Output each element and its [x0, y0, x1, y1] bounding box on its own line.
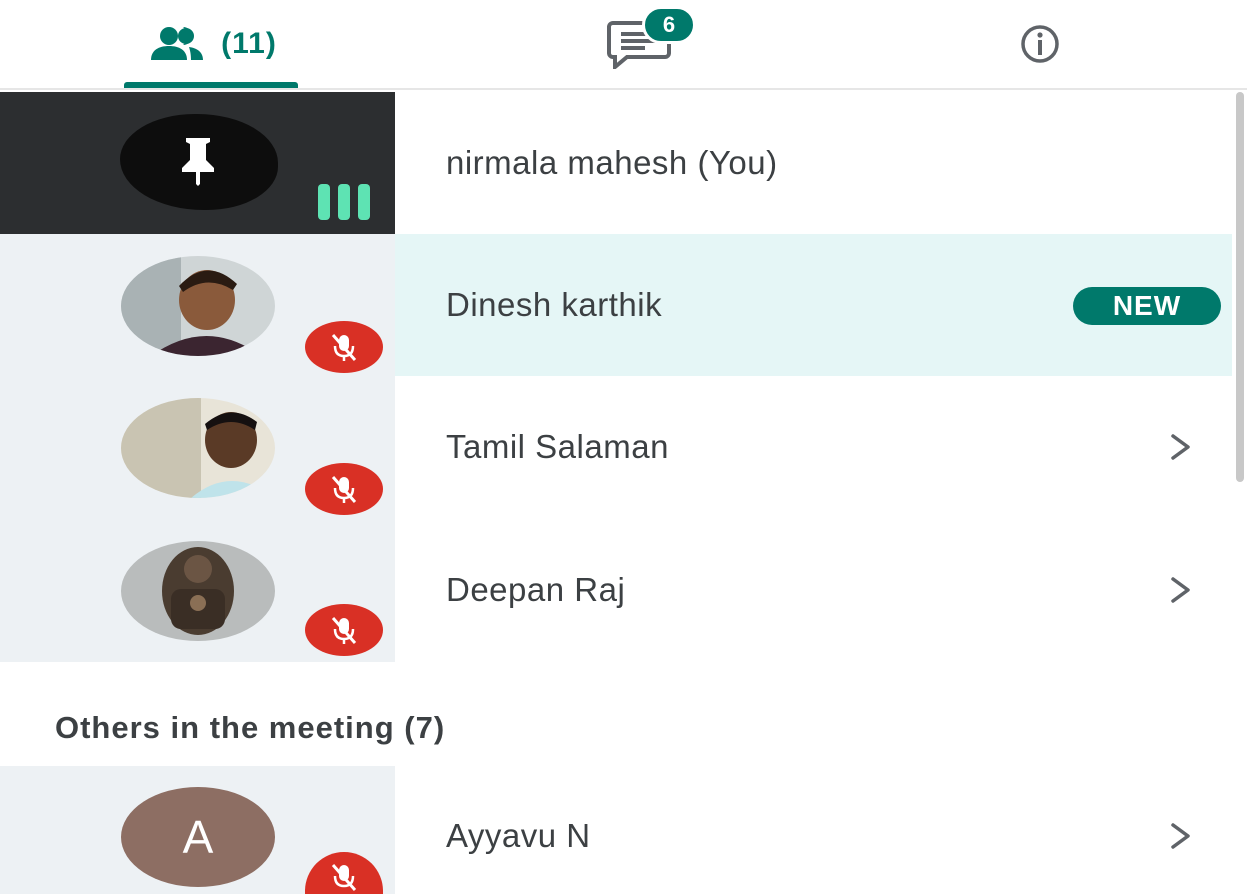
chevron-right-icon[interactable]: [1168, 821, 1194, 851]
people-icon: [151, 27, 204, 60]
participant-row[interactable]: Dinesh karthik: [0, 234, 1232, 376]
avatar: A: [121, 787, 275, 887]
chevron-right-icon[interactable]: [1168, 575, 1194, 605]
participant-count: (11): [221, 27, 277, 60]
mute-status: [305, 604, 383, 656]
scrollbar-thumb[interactable]: [1236, 92, 1244, 482]
mic-off-icon: [331, 476, 357, 503]
participants-tab-bar: (11) 6: [0, 0, 1247, 90]
participant-name: nirmala mahesh (You): [446, 144, 778, 181]
mute-status: [305, 321, 383, 373]
avatar: [121, 256, 275, 356]
info-icon: [1021, 25, 1059, 63]
mic-off-icon: [331, 864, 357, 891]
participant-row[interactable]: Tamil Salaman: [0, 376, 1232, 518]
active-tab-indicator: [124, 82, 298, 88]
participant-name: Deepan Raj: [446, 571, 626, 608]
participant-name: Tamil Salaman: [446, 428, 669, 465]
unread-messages-badge: 6: [642, 6, 696, 44]
participant-name: Ayyavu N: [446, 817, 591, 854]
avatar: [121, 398, 275, 498]
pin-icon: [182, 138, 214, 186]
speaking-indicator: [318, 184, 370, 220]
new-participant-badge: NEW: [1073, 287, 1221, 325]
others-section-title: Others in the meeting (7): [55, 710, 446, 745]
tab-people[interactable]: (11): [124, 0, 298, 88]
participant-row-self[interactable]: nirmala mahesh (You): [0, 92, 1232, 234]
tab-info[interactable]: [980, 0, 1100, 88]
chevron-right-icon[interactable]: [1168, 432, 1194, 462]
mute-status: [305, 463, 383, 515]
mic-off-icon: [331, 334, 357, 361]
mic-off-icon: [331, 617, 357, 644]
participant-name: Dinesh karthik: [446, 286, 663, 323]
participant-row[interactable]: Deepan Raj: [0, 518, 1232, 662]
avatar: [121, 541, 275, 641]
tab-chat[interactable]: [560, 0, 720, 88]
